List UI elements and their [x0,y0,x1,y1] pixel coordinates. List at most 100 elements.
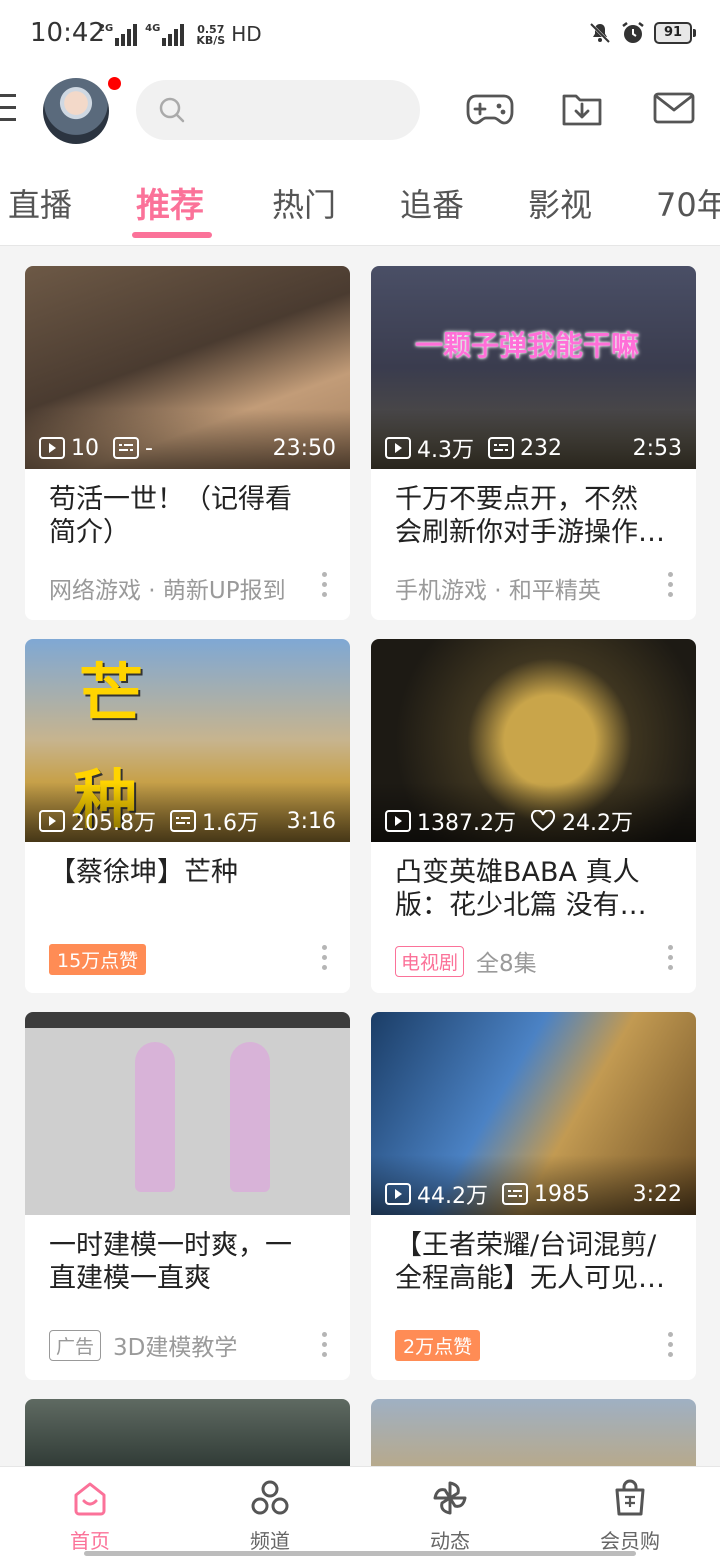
video-subtitle: 网络游戏 · 萌新UP报到 [49,578,286,604]
tab-anime[interactable]: 追番 [400,180,464,226]
home-icon [74,1482,106,1516]
view-count: 4.3万 [417,438,474,463]
video-title: 凸变英雄BABA 真人 版：花少北篇 没有… [395,857,647,921]
video-duration: 2:53 [632,435,682,461]
search-icon [159,97,185,123]
status-time: 10:42 [30,18,105,48]
play-count-icon [39,810,65,832]
video-card[interactable] [371,1399,696,1469]
video-stats: 1387.2万 24.2万 [385,806,682,836]
search-input[interactable] [136,80,420,140]
play-count-icon [385,1183,411,1205]
video-thumbnail[interactable]: 10 - 23:50 [25,266,350,469]
more-options-icon[interactable] [666,572,674,600]
video-card[interactable] [25,1399,350,1469]
nav-dynamic[interactable]: 动态 [400,1479,500,1554]
tab-70th[interactable]: 70年 [656,180,720,226]
tab-movies[interactable]: 影视 [528,180,592,226]
likes-badge: 15万点赞 [49,944,147,975]
tv-series-badge: 电视剧 [395,945,465,977]
video-card[interactable]: 44.2万 1985 3:22 【王者荣耀/台词混剪/ 全程高能】无人可见… 2… [371,1012,696,1380]
network-speed: 0.57 KB/S [196,23,226,47]
alarm-icon [622,22,644,43]
video-card[interactable]: 1387.2万 24.2万 凸变英雄BABA 真人 版：花少北篇 没有… 电视剧… [371,639,696,993]
danmaku-count: - [145,435,153,461]
video-thumbnail[interactable]: 1387.2万 24.2万 [371,639,696,842]
view-count: 205.8万 [71,811,156,836]
play-count-icon [39,437,65,459]
game-controller-icon[interactable] [466,88,514,128]
more-options-icon[interactable] [320,945,328,973]
more-options-icon[interactable] [666,1332,674,1360]
likes-badge: 2万点赞 [395,1330,481,1361]
tab-recommended[interactable]: 推荐 [136,178,204,227]
bottom-nav: 首页 频道 动态 会员购 [0,1466,720,1560]
video-duration: 3:16 [286,808,336,834]
video-stats: 205.8万 1.6万 3:16 [39,806,336,836]
video-title: 一时建模一时爽，一 直建模一直爽 [49,1230,292,1294]
danmaku-icon [488,437,514,459]
network-indicators: 2G 4G 0.57 KB/S HD [98,22,262,46]
tab-hot[interactable]: 热门 [272,180,336,226]
video-title: 【蔡徐坤】芒种 [49,857,238,888]
nav-vip-shop[interactable]: 会员购 [580,1479,680,1554]
download-icon[interactable] [560,88,604,128]
video-thumbnail[interactable] [25,1399,350,1469]
video-subtitle: 手机游戏 · 和平精英 [395,578,601,604]
danmaku-count: 232 [520,435,562,461]
menu-icon[interactable] [0,94,18,124]
pinwheel-icon [433,1481,467,1515]
status-bar: 10:42 2G 4G 0.57 KB/S HD 91 [0,0,720,70]
video-thumbnail[interactable] [371,1399,696,1469]
video-card[interactable]: 10 - 23:50 苟活一世！（记得看 简介） 网络游戏 · 萌新UP报到 [25,266,350,620]
ad-badge: 广告 [49,1329,102,1361]
play-count-icon [385,810,411,832]
video-title: 苟活一世！（记得看 简介） [49,484,292,548]
mail-icon[interactable] [652,88,696,128]
video-stats: 10 - 23:50 [39,433,336,463]
mute-bell-icon [589,22,611,44]
nav-home[interactable]: 首页 [40,1479,140,1554]
shopping-bag-icon [615,1479,645,1516]
home-indicator[interactable] [84,1551,636,1556]
like-count: 24.2万 [561,811,633,836]
more-options-icon[interactable] [320,572,328,600]
view-count: 10 [71,435,99,461]
ad-thumbnail[interactable] [25,1012,350,1215]
thumbnail-char: 芒 [79,658,143,732]
channel-icon [251,1480,289,1515]
signal-4g: 4G [145,24,185,46]
ad-source: 3D建模教学 [113,1335,238,1361]
more-options-icon[interactable] [320,1332,328,1360]
danmaku-count: 1.6万 [201,811,259,836]
channel-tabs: 直播 推荐 热门 追番 影视 70年 [0,152,720,246]
nav-label: 首页 [70,1529,110,1553]
signal-bars-icon [162,24,185,46]
nav-channel[interactable]: 频道 [220,1479,320,1554]
video-duration: 3:22 [632,1181,682,1207]
video-card[interactable]: 一颗子弹我能干嘛 4.3万 232 2:53 千万不要点开，不然 会刷新你对手游… [371,266,696,620]
tab-live[interactable]: 直播 [8,180,72,226]
episode-count: 全8集 [476,951,537,977]
signal-bars-icon [115,24,138,46]
ad-card[interactable]: 一时建模一时爽，一 直建模一直爽 广告 3D建模教学 [25,1012,350,1380]
video-thumbnail[interactable]: 44.2万 1985 3:22 [371,1012,696,1215]
video-card[interactable]: 芒 种 205.8万 1.6万 3:16 【蔡徐坤】芒种 15万点赞 [25,639,350,993]
nav-label: 动态 [430,1529,470,1553]
signal-2g: 2G [98,24,138,46]
danmaku-icon [502,1183,528,1205]
hd-indicator: HD [231,22,262,46]
avatar[interactable] [43,78,109,144]
thumbnail-caption: 一颗子弹我能干嘛 [415,329,640,362]
battery-icon: 91 [654,22,696,44]
heart-icon [530,810,555,832]
video-title: 千万不要点开，不然 会刷新你对手游操作… [395,484,665,548]
video-thumbnail[interactable]: 一颗子弹我能干嘛 4.3万 232 2:53 [371,266,696,469]
video-thumbnail[interactable]: 芒 种 205.8万 1.6万 3:16 [25,639,350,842]
nav-label: 频道 [250,1529,290,1553]
danmaku-icon [169,810,196,832]
view-count: 44.2万 [417,1184,488,1209]
status-right: 91 [588,20,696,46]
video-stats: 4.3万 232 2:53 [385,433,682,463]
more-options-icon[interactable] [666,945,674,973]
